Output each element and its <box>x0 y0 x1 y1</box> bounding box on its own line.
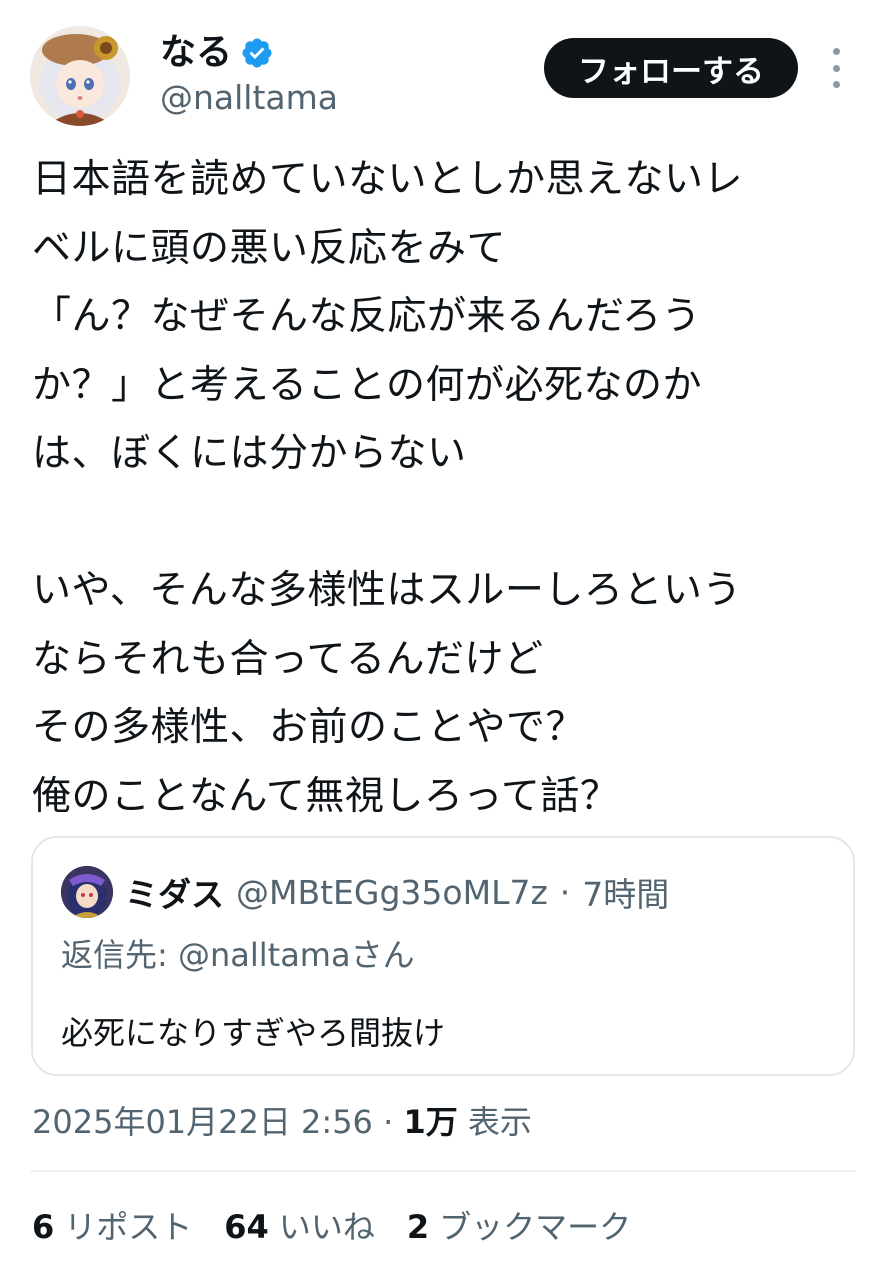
reply-mention[interactable]: @nalltamaさん <box>178 936 415 974</box>
reposts-count: 6 <box>32 1208 55 1246</box>
verified-badge-icon <box>242 38 272 68</box>
reply-prefix: 返信先: <box>61 936 178 974</box>
reposts-stat[interactable]: 6 リポスト <box>32 1204 192 1250</box>
bookmarks-count: 2 <box>406 1208 430 1246</box>
more-options-icon[interactable] <box>822 48 850 88</box>
quoted-tweet-text: 必死になりすぎやろ間抜け <box>61 1014 446 1052</box>
divider <box>30 1170 856 1172</box>
likes-count: 64 <box>224 1208 269 1246</box>
follow-button[interactable]: フォローする <box>544 38 798 98</box>
bookmarks-label: ブックマーク <box>439 1208 632 1246</box>
tweet-detail: なる @nalltama フォローする 日本語を読めていないとしか思えないレ ベ… <box>0 0 886 1280</box>
quoted-avatar-illustration <box>61 866 113 918</box>
author-handle[interactable]: @nalltama <box>160 78 338 118</box>
reposts-label: リポスト <box>64 1208 193 1246</box>
engagement-stats: 6 リポスト 64 いいね 2 ブックマーク <box>32 1204 631 1250</box>
likes-label: いいね <box>278 1208 375 1246</box>
views-label: 表示 <box>457 1103 532 1141</box>
quoted-author-avatar[interactable] <box>61 866 113 918</box>
author-display-name[interactable]: なる <box>160 30 232 76</box>
views-count: 1万 <box>403 1103 458 1141</box>
tweet-text: 日本語を読めていないとしか思えないレ ベルに頭の悪い反応をみて 「ん？なぜそんな… <box>32 157 744 819</box>
bookmarks-stat[interactable]: 2 ブックマーク <box>407 1204 631 1250</box>
quoted-tweet-header: ミダス @MBtEGg35oML7z · 7時間 <box>61 866 669 918</box>
meta-separator: · <box>372 1103 404 1141</box>
more-dot <box>832 48 840 55</box>
quoted-reply-context: 返信先: @nalltamaさん <box>61 930 415 976</box>
tweet-datetime[interactable]: 2025年01月22日 2:56 <box>32 1103 373 1141</box>
author-name-row[interactable]: なる <box>160 30 274 76</box>
quoted-timestamp[interactable]: 7時間 <box>582 868 669 916</box>
more-dot <box>832 81 840 88</box>
avatar-illustration <box>30 26 130 126</box>
likes-stat[interactable]: 64 いいね <box>224 1204 375 1250</box>
tweet-meta: 2025年01月22日 2:56 · 1万 表示 <box>32 1100 532 1144</box>
quoted-author-name[interactable]: ミダス <box>125 868 224 916</box>
author-avatar[interactable] <box>30 26 130 126</box>
more-dot <box>832 64 840 72</box>
quoted-separator: · <box>559 872 571 912</box>
quoted-author-handle[interactable]: @MBtEGg35oML7z <box>236 873 548 912</box>
quoted-tweet-card[interactable]: ミダス @MBtEGg35oML7z · 7時間 返信先: @nalltamaさ… <box>31 836 855 1076</box>
